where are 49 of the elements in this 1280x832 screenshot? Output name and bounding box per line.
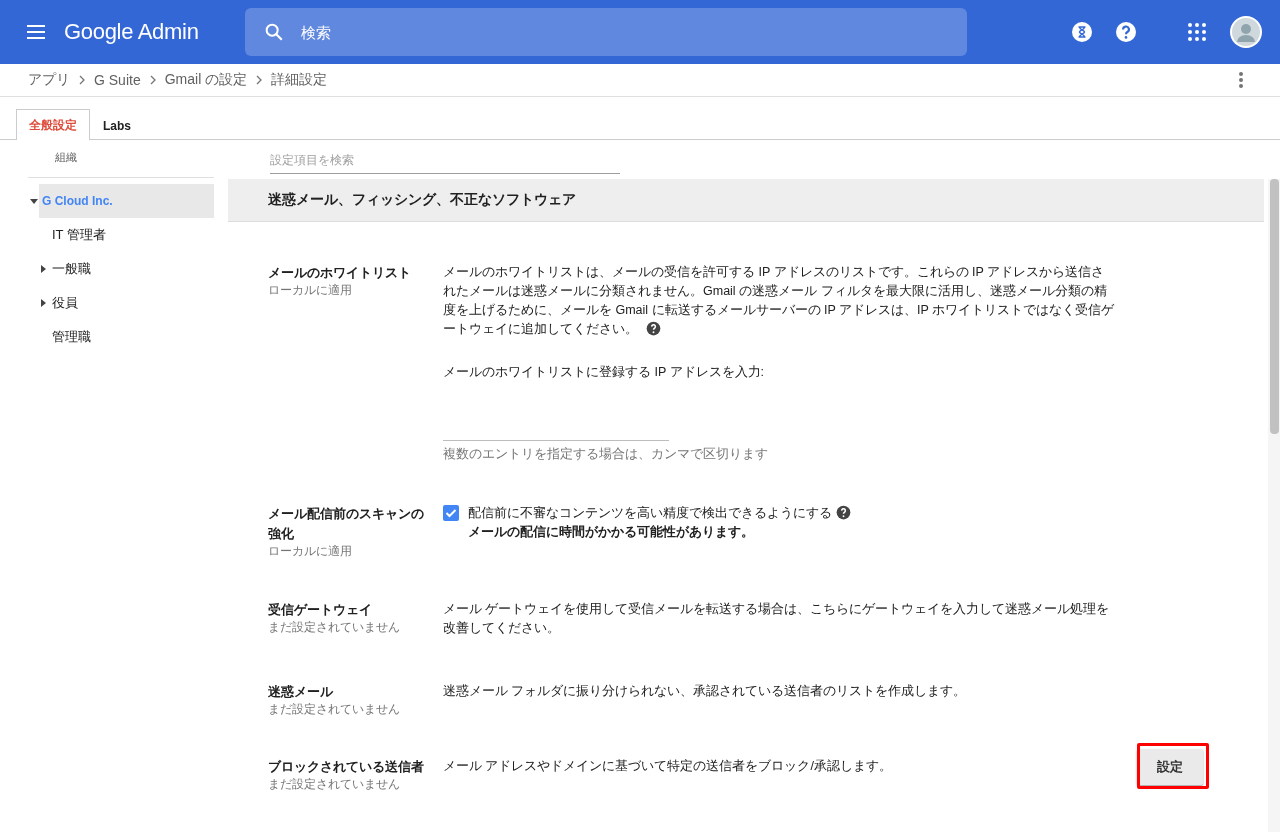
collapsed-arrow-icon[interactable] xyxy=(41,299,46,307)
search-icon xyxy=(263,21,285,43)
apps-grid-icon[interactable] xyxy=(1188,23,1206,41)
warning-note: メールの配信に時間がかかる可能性があります。 xyxy=(468,524,755,541)
setting-label: 迷惑メール xyxy=(268,683,334,701)
setting-status: ローカルに適用 xyxy=(268,544,353,559)
setting-description: メール アドレスやドメインに基づいて特定の送信者をブロック/承認します。 xyxy=(443,758,893,775)
tab[interactable]: Labs xyxy=(90,110,144,140)
help-icon[interactable] xyxy=(646,321,661,336)
setting-label: メール配信前のスキャンの強化 xyxy=(268,505,425,543)
collapsed-arrow-icon[interactable] xyxy=(41,265,46,273)
help-icon[interactable] xyxy=(836,505,851,520)
configure-button[interactable]: 設定 xyxy=(1137,749,1203,785)
setting-status: ローカルに適用 xyxy=(268,283,353,298)
setting-description: 迷惑メール フォルダに振り分けられない、承認されている送信者のリストを作成します。 xyxy=(443,683,968,700)
expanded-arrow-icon[interactable] xyxy=(29,198,38,204)
hourglass-icon[interactable] xyxy=(1072,22,1092,42)
setting-label: ブロックされている送信者 xyxy=(268,758,425,776)
org-unit-item[interactable]: 一般職 xyxy=(49,252,214,286)
org-unit-item[interactable]: IT 管理者 xyxy=(49,218,214,252)
checkbox[interactable] xyxy=(443,505,459,521)
setting-description: メール ゲートウェイを使用して受信メールを転送する場合は、こちらにゲートウェイを入力して迷惑メール処理を改善してください。 xyxy=(443,601,1111,637)
search-field[interactable]: 検索 xyxy=(245,8,967,56)
section-header: 迷惑メール、フィッシング、不正なソフトウェア xyxy=(228,179,1264,222)
setting-status: まだ設定されていません xyxy=(268,620,401,635)
more-options-icon[interactable] xyxy=(1238,71,1244,89)
breadcrumb-link[interactable]: 詳細設定 xyxy=(271,71,328,89)
input-label: メールのホワイトリストに登録する IP アドレスを入力: xyxy=(443,364,765,381)
setting-status: まだ設定されていません xyxy=(268,777,401,792)
tab[interactable]: 全般設定 xyxy=(16,109,90,140)
setting-label: 受信ゲートウェイ xyxy=(268,601,373,619)
avatar-icon[interactable] xyxy=(1230,16,1262,48)
org-unit-item[interactable]: 管理職 xyxy=(49,320,214,354)
org-unit-item[interactable]: 役員 xyxy=(49,286,214,320)
help-icon[interactable] xyxy=(1116,22,1136,42)
checkbox-label: 配信前に不審なコンテンツを高い精度で検出できるようにする xyxy=(468,504,851,523)
setting-status: まだ設定されていません xyxy=(268,702,401,717)
setting-label: メールのホワイトリスト xyxy=(268,264,412,282)
breadcrumb-link[interactable]: Gmail の設定 xyxy=(164,71,248,89)
product-logo: Google Admin xyxy=(64,19,200,45)
scrollbar[interactable] xyxy=(1268,179,1280,832)
chevron-icon xyxy=(78,75,86,85)
breadcrumb-link[interactable]: アプリ xyxy=(28,71,70,89)
breadcrumb-link[interactable]: G Suite xyxy=(94,72,141,88)
chevron-icon xyxy=(148,75,157,85)
setting-description: メールのホワイトリストは、メールの受信を許可する IP アドレスのリストです。これらの IP アドレスから送信されたメールは迷惑メールに分類されません。Gmail の迷惑メール フィルタを最大限に活用し、迷惑メール分類の精度を上げるために、メールを Gmail に転送するメールサーバーの IP アドレスは、IP ホワイトリストではなく受信ゲートウェイに追加してください。 xyxy=(443,264,1115,338)
helper-text: 複数のエントリを指定する場合は、カンマで区切ります xyxy=(443,446,769,463)
chevron-icon xyxy=(255,75,264,85)
sidebar-heading: 組織 xyxy=(28,140,214,178)
